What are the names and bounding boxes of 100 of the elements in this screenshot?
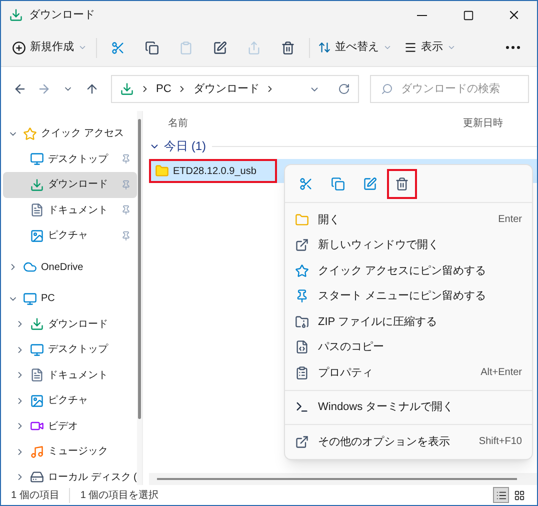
document-icon — [30, 203, 44, 218]
share-icon — [247, 40, 261, 54]
monitor-icon — [23, 292, 37, 306]
search-icon — [381, 83, 393, 95]
image-icon — [30, 228, 44, 243]
plus-circle-icon — [12, 40, 26, 54]
sidebar-item[interactable]: クイック アクセス — [3, 121, 137, 146]
column-header[interactable]: 更新日時 — [463, 116, 503, 130]
grid-icon — [514, 490, 524, 500]
sidebar-item[interactable]: ピクチャ — [3, 223, 137, 248]
sidebar-item[interactable]: ドキュメント — [3, 362, 137, 388]
star-icon — [295, 264, 309, 278]
sidebar-item[interactable]: ダウンロード — [3, 312, 137, 337]
pin-icon — [295, 289, 309, 304]
scissors-icon — [299, 176, 313, 190]
lines-icon — [404, 41, 417, 54]
maximize-icon — [462, 10, 474, 20]
download-icon — [9, 8, 23, 22]
caret-icon — [78, 43, 87, 52]
drive-icon — [30, 470, 44, 484]
menu-delete-button[interactable] — [387, 168, 417, 198]
desktop-icon — [30, 152, 44, 166]
sidebar-label: ダウンロード — [48, 178, 108, 192]
sidebar-item[interactable]: デスクトップ — [3, 337, 137, 362]
download-icon — [30, 178, 44, 192]
sidebar-label: ダウンロード — [48, 318, 108, 332]
status-text: 1 個の項目 — [11, 488, 60, 502]
sidebar-item[interactable]: ローカル ディスク ( — [3, 464, 137, 490]
sidebar-item[interactable]: デスクトップ — [3, 146, 137, 172]
sidebar-item[interactable]: ミュージック — [3, 439, 137, 464]
sidebar-label: ピクチャ — [48, 394, 88, 408]
back-arrow-icon — [13, 82, 27, 96]
document-icon — [30, 368, 44, 382]
file-code-icon — [295, 340, 309, 354]
terminal-icon — [295, 400, 309, 414]
external-link-icon — [295, 238, 309, 252]
breadcrumb-item[interactable]: PC — [156, 80, 172, 98]
menu-item[interactable]: プロパティ Alt+Enter — [285, 360, 532, 386]
star-icon — [23, 126, 37, 141]
download-icon — [30, 317, 44, 332]
menu-item[interactable]: スタート メニューにピン留めする — [285, 284, 532, 309]
horizontal-scrollbar[interactable] — [157, 478, 517, 480]
sidebar-label: PC — [41, 292, 55, 306]
address-bar[interactable]: PC ダウンロード — [111, 75, 359, 103]
menu-item[interactable]: その他のオプションを表示 Shift+F10 — [285, 429, 532, 454]
sidebar-item[interactable]: ピクチャ — [3, 388, 137, 414]
menu-item[interactable]: ZIP ファイルに圧縮する — [285, 309, 532, 334]
music-icon — [30, 444, 44, 459]
scissors-icon — [111, 40, 125, 54]
sort-arrows-icon — [318, 41, 331, 54]
sidebar-item[interactable]: ダウンロード — [3, 172, 137, 198]
sidebar-label: ピクチャ — [48, 229, 88, 244]
caret-icon — [383, 43, 392, 52]
rename-icon — [213, 40, 227, 54]
zip-folder-icon — [295, 314, 309, 329]
folder-icon — [295, 212, 309, 227]
sidebar-item[interactable]: ビデオ — [3, 414, 137, 439]
external-link-icon — [295, 434, 309, 449]
minimize-icon — [417, 14, 427, 16]
copy-icon — [145, 40, 159, 54]
view-button[interactable]: 表示 — [400, 32, 460, 62]
details-view-button[interactable] — [493, 487, 509, 503]
menu-item[interactable]: パスのコピー — [285, 334, 532, 360]
sidebar-label: OneDrive — [41, 260, 84, 275]
status-text: 1 個の項目を選択 — [69, 488, 159, 502]
sidebar-label: クイック アクセス — [41, 127, 124, 142]
sidebar-label: デスクトップ — [48, 342, 108, 358]
search-field[interactable]: ダウンロードの検索 — [370, 75, 529, 103]
sort-button[interactable]: 並べ替え — [314, 32, 396, 62]
scrollbar[interactable] — [138, 119, 141, 419]
cloud-icon — [23, 260, 37, 274]
clipboard-list-icon — [295, 366, 309, 380]
menu-item[interactable]: クイック アクセスにピン留めする — [285, 258, 532, 284]
breadcrumb-item[interactable]: ダウンロード — [193, 80, 260, 98]
copy-icon — [331, 176, 345, 190]
group-header[interactable]: 今日 (1) — [164, 137, 206, 155]
download-icon — [120, 82, 134, 96]
sidebar-label: ミュージック — [48, 445, 108, 460]
sidebar-item[interactable]: PC — [3, 286, 137, 312]
rename-icon — [363, 176, 377, 190]
caret-icon — [447, 43, 456, 52]
column-header[interactable]: 名前 — [168, 116, 188, 130]
sidebar-label: ローカル ディスク ( — [48, 470, 137, 485]
close-icon — [507, 8, 521, 22]
sidebar-label: ビデオ — [48, 420, 78, 434]
refresh-icon[interactable] — [338, 83, 350, 95]
more-icon — [506, 46, 520, 49]
menu-item[interactable]: Windows ターミナルで開く — [285, 394, 532, 420]
forward-arrow-icon — [37, 82, 51, 96]
sidebar-label: デスクトップ — [48, 152, 108, 167]
menu-item[interactable]: 開く Enter — [285, 207, 532, 232]
search-input[interactable]: ダウンロードの検索 — [401, 80, 518, 98]
sidebar-item[interactable]: ドキュメント — [3, 198, 137, 223]
folder-icon — [155, 164, 169, 178]
sidebar-item[interactable]: OneDrive — [3, 254, 137, 280]
file-name: ETD28.12.0.9_usb — [173, 164, 256, 178]
paste-icon — [179, 40, 193, 54]
new-button[interactable]: 新規作成 — [7, 32, 92, 62]
menu-item[interactable]: 新しいウィンドウで開く — [285, 232, 532, 258]
window-title: ダウンロード — [29, 8, 95, 23]
